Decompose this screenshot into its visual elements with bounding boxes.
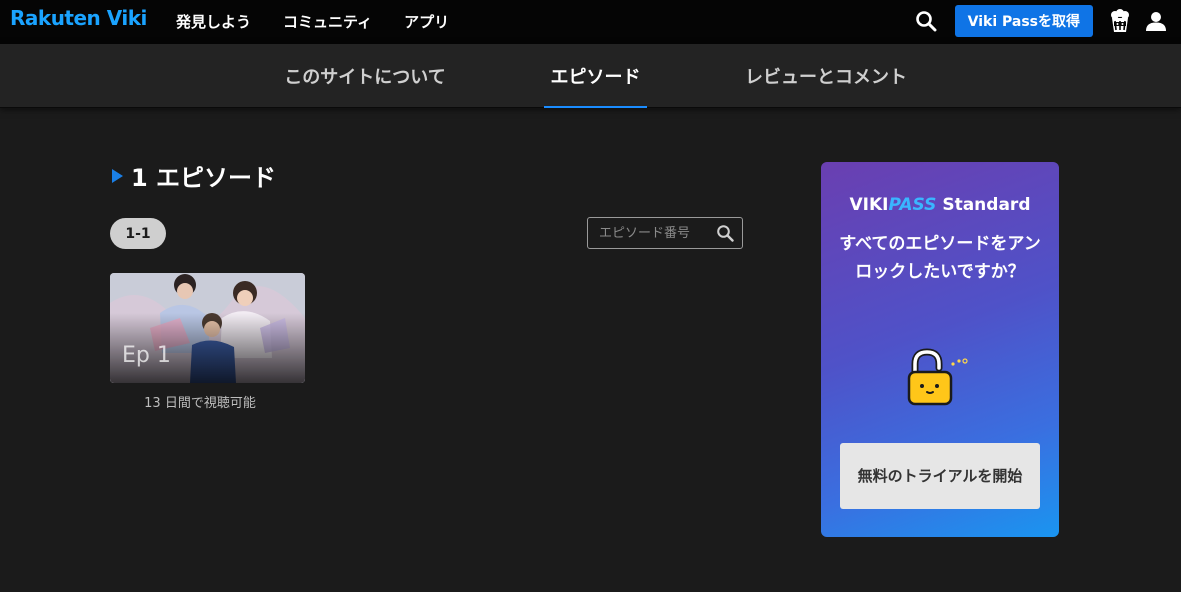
tab-episodes[interactable]: エピソード — [544, 44, 647, 108]
nav-discover[interactable]: 発見しよう — [176, 11, 251, 32]
unlocked-padlock-icon — [907, 348, 968, 406]
episode-card[interactable]: Ep 1 — [110, 273, 305, 383]
tab-about[interactable]: このサイトについて — [284, 44, 446, 108]
viki-pass-promo-card: VIKIPASS Standard すべてのエピソードをアンロックしたいですか？… — [821, 162, 1059, 537]
tab-reviews-comments[interactable]: レビューとコメント — [745, 44, 907, 108]
nav-community[interactable]: コミュニティ — [283, 11, 372, 32]
episode-label: Ep 1 — [122, 343, 171, 368]
header-actions: Viki Passを取得 — [913, 5, 1169, 37]
brand-pass: PASS — [888, 195, 937, 215]
play-triangle-icon — [112, 168, 123, 183]
content-tabs: このサイトについて エピソード レビューとコメント — [0, 44, 1181, 108]
promo-heading: すべてのエピソードをアンロックしたいですか？ — [839, 234, 1041, 282]
search-icon[interactable] — [716, 224, 734, 242]
get-viki-pass-button[interactable]: Viki Passを取得 — [954, 5, 1093, 37]
search-icon[interactable] — [913, 8, 939, 34]
episode-range-pill[interactable]: 1-1 — [110, 218, 166, 249]
logo-text: Rakuten Viki — [10, 6, 147, 30]
main-nav: 発見しよう コミュニティ アプリ — [176, 11, 449, 32]
episode-availability: 13 日間で視聴可能 — [144, 396, 256, 411]
nav-apps[interactable]: アプリ — [404, 11, 449, 32]
episode-search-box — [587, 217, 743, 249]
popcorn-icon[interactable] — [1107, 8, 1133, 34]
viki-pass-standard-brand: VIKIPASS Standard — [821, 195, 1059, 215]
brand-viki: VIKI — [849, 195, 889, 215]
episodes-count-title: 1 エピソード — [131, 164, 277, 192]
brand-tier: Standard — [942, 195, 1031, 215]
start-free-trial-button[interactable]: 無料のトライアルを開始 — [840, 443, 1040, 509]
episode-number-input[interactable] — [588, 219, 708, 247]
episodes-heading: 1 エピソード — [112, 158, 276, 193]
rakuten-viki-logo[interactable]: Rakuten Viki — [10, 8, 147, 28]
top-bar: Rakuten Viki 発見しよう コミュニティ アプリ Viki Passを… — [0, 0, 1181, 44]
user-icon[interactable] — [1143, 8, 1169, 34]
